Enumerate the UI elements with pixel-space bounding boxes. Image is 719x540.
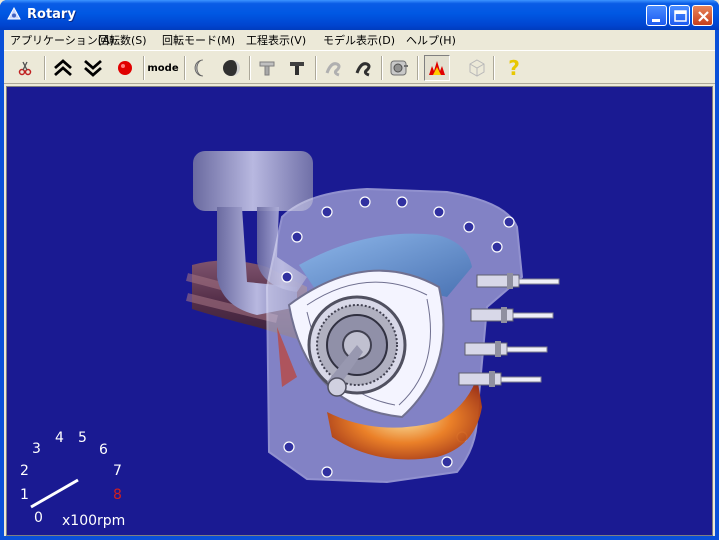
menu-rotation-mode[interactable]: 回転モード(M) — [162, 32, 235, 48]
rotary-app-icon — [7, 7, 21, 20]
menu-bar: アプリケーション(A) 回転数(S) 回転モード(M) 工程表示(V) モデル表… — [4, 30, 715, 49]
tachometer-needle — [30, 478, 79, 509]
minimize-button[interactable] — [646, 5, 667, 26]
flame-view-button[interactable] — [424, 55, 450, 81]
piston-dark-icon — [290, 62, 304, 75]
toolbar-separator — [249, 56, 251, 80]
tach-tick-8: 8 — [113, 487, 122, 503]
tach-tick-4: 4 — [55, 430, 64, 446]
tach-tick-0: 0 — [34, 510, 43, 526]
wireframe-button[interactable] — [464, 55, 490, 81]
stop-button[interactable] — [112, 55, 138, 81]
help-button[interactable]: ? — [501, 55, 527, 81]
tach-tick-6: 6 — [99, 442, 108, 458]
rotate-left-button[interactable] — [188, 55, 214, 81]
intake-plenum — [193, 151, 313, 211]
toolbar-separator — [417, 56, 419, 80]
piston-view-dark-button[interactable] — [284, 55, 310, 81]
mode-button[interactable]: mode — [146, 55, 180, 81]
menu-process-view[interactable]: 工程表示(V) — [246, 32, 306, 48]
crescent-left-icon — [194, 59, 204, 77]
spark-dark-button[interactable] — [350, 55, 376, 81]
close-icon — [698, 11, 709, 22]
title-bar[interactable]: Rotary — [0, 0, 719, 30]
crescent-dark-icon — [223, 60, 240, 76]
speed-down-button[interactable] — [80, 55, 106, 81]
toolbar: mode ? — [4, 50, 715, 84]
window-title: Rotary — [27, 7, 76, 22]
tach-tick-1: 1 — [20, 487, 29, 503]
maximize-button[interactable] — [669, 5, 690, 26]
toolbar-separator — [184, 56, 186, 80]
menu-help[interactable]: ヘルプ(H) — [406, 32, 456, 48]
piston-light-icon — [259, 61, 275, 76]
question-mark-icon: ? — [508, 56, 520, 80]
red-dot-icon — [118, 61, 132, 75]
tach-unit-label: x100rpm — [62, 513, 126, 529]
tach-tick-7: 7 — [113, 463, 122, 479]
toolbar-separator — [315, 56, 317, 80]
menu-model-view[interactable]: モデル表示(D) — [323, 32, 395, 48]
piston-view-light-button[interactable] — [254, 55, 280, 81]
crank-dark-icon — [355, 62, 371, 77]
toolbar-separator — [493, 56, 495, 80]
engine-block-icon — [390, 60, 408, 76]
tach-tick-5: 5 — [78, 430, 87, 446]
crank-light-icon — [325, 62, 341, 77]
maximize-icon — [674, 10, 687, 22]
application-window: Rotary アプリケーション(A) 回転数(S) 回転モード(M) 工程表示(… — [0, 0, 719, 540]
mode-label: mode — [147, 62, 179, 74]
double-chevron-up-icon — [54, 59, 72, 77]
tach-tick-2: 2 — [20, 463, 29, 479]
minimize-icon — [652, 19, 660, 22]
rotate-right-button[interactable] — [218, 55, 244, 81]
flame-icon — [429, 61, 445, 75]
engine-3d-viewport[interactable]: 0 1 2 3 4 5 6 7 8 x100rpm — [6, 86, 713, 536]
scissors-icon — [18, 61, 32, 76]
cube-outline-icon — [469, 59, 485, 77]
spark-light-button[interactable] — [320, 55, 346, 81]
menu-rotation-speed[interactable]: 回転数(S) — [98, 32, 147, 48]
client-area: アプリケーション(A) 回転数(S) 回転モード(M) 工程表示(V) モデル表… — [4, 30, 715, 536]
close-button[interactable] — [692, 5, 713, 26]
toolbar-separator — [143, 56, 145, 80]
engine-model-button[interactable] — [386, 55, 412, 81]
toolbar-separator — [44, 56, 46, 80]
double-chevron-down-icon — [84, 59, 102, 77]
speed-up-button[interactable] — [50, 55, 76, 81]
cut-tool-button[interactable] — [12, 55, 38, 81]
toolbar-separator — [381, 56, 383, 80]
tach-tick-3: 3 — [32, 441, 41, 457]
